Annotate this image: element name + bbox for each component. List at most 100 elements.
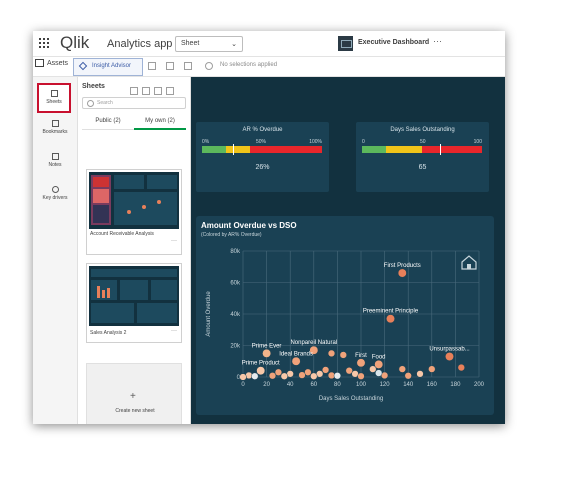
smart-search-icon[interactable] [148,62,156,70]
data-point[interactable] [369,365,377,373]
app-window: Qlik Analytics app Sheet ⌄ Executive Das… [33,31,505,424]
x-tick-label: 40 [287,382,294,388]
sheets-panel-title: Sheets [82,83,105,90]
data-point[interactable] [321,366,330,374]
kpi-title: Days Sales Outstanding [390,127,455,133]
data-point[interactable] [251,372,259,380]
data-point[interactable] [357,372,365,380]
data-point[interactable] [274,368,283,376]
data-point[interactable] [327,349,336,358]
insight-advisor-button[interactable]: Insight Advisor [73,58,143,76]
scatter-chart[interactable]: Amount Overdue vs DSO (Colored by AR% Ov… [196,216,494,415]
sheet-tabs: Public (2) My own (2) [82,115,186,130]
y-axis-label: Amount Overdue [206,291,212,337]
y-tick-label: 80k [230,249,241,255]
kpi-tick: 0% [202,139,210,145]
data-point[interactable] [416,370,424,378]
data-point[interactable] [457,363,465,372]
rail-item-key-drivers[interactable]: Key drivers [33,186,77,201]
x-axis-label: Days Sales Outstanding [319,396,383,402]
rail-item-sheets[interactable]: Sheets [37,83,71,113]
data-point[interactable] [262,348,272,358]
kpi-tick: 0 [362,139,365,145]
data-point[interactable] [386,314,395,324]
data-point[interactable] [404,372,412,380]
x-tick-label: 160 [427,382,438,388]
app-grid-icon[interactable] [39,38,49,48]
more-options-icon[interactable]: ··· [433,36,442,46]
grid-view-icon[interactable] [130,87,138,95]
more-options-icon[interactable]: ··· [171,238,177,244]
pin-icon[interactable] [154,87,162,95]
kpi-days-sales-outstanding[interactable]: Days Sales Outstanding 0 50 100 65 [356,122,489,192]
data-label: First Products [384,263,421,269]
rail-item-bookmarks[interactable]: Bookmarks [33,120,77,135]
create-new-sheet-button[interactable]: + Create new sheet [86,363,182,424]
panel-icon [35,59,44,67]
scatter-plot: 0 20 40 60 80 100 120 140 160 180 200020k40k60k80k… [206,249,485,402]
y-tick-label: 60k [230,281,241,287]
x-tick-label: 80 [334,382,341,388]
sheet-card-title: Sales Analysis 2 [90,330,127,336]
search-input[interactable]: Search [82,97,186,109]
plus-icon: + [130,391,136,402]
gauge-marker [440,144,441,155]
kpi-tick: 50 [420,139,426,145]
kpi-ticks: 0% 50% 100% [202,139,322,146]
data-point[interactable] [397,268,407,278]
clear-selections-icon[interactable] [205,62,213,70]
data-point[interactable] [339,351,347,359]
data-point[interactable] [280,372,288,380]
gauge-band [422,146,482,153]
key-drivers-icon [51,186,59,193]
data-point[interactable] [291,356,301,366]
x-tick-label: 0 [241,382,245,388]
create-new-sheet-label: Create new sheet [115,408,155,414]
toolbar: Assets Insight Advisor No selections app… [33,57,505,77]
sheets-panel: Sheets Search Public (2) My own (2) Acco… [78,77,191,424]
step-forward-icon[interactable] [184,62,192,70]
data-label: Unsurpassab... [429,347,470,353]
top-bar: Qlik Analytics app Sheet ⌄ Executive Das… [33,31,505,57]
data-point[interactable] [256,366,266,376]
data-point[interactable] [445,352,454,361]
data-point[interactable] [398,365,406,373]
data-label: Nonpareil Natural [290,340,337,346]
home-icon[interactable] [461,255,477,270]
data-point[interactable] [298,371,306,379]
data-point[interactable] [375,369,383,377]
data-point[interactable] [310,372,318,380]
gauge-marker [233,144,235,155]
data-point[interactable] [356,358,366,368]
sheet-dropdown[interactable]: Sheet ⌄ [175,36,243,52]
sheet-card[interactable]: Sales Analysis 2 ··· [86,263,182,343]
data-point[interactable] [333,372,342,380]
data-point[interactable] [268,372,277,380]
x-tick-label: 140 [403,382,414,388]
assets-button[interactable]: Assets [35,59,68,67]
sheet-title: Executive Dashboard [358,39,430,46]
sheet-thumbnail [89,266,179,326]
step-back-icon[interactable] [166,62,174,70]
sheet-card-title: Account Receivable Analysis [90,231,154,237]
data-label: Prime Product [242,361,280,367]
gauge-bar [362,146,482,153]
tab-public[interactable]: Public (2) [82,118,134,124]
bookmark-icon [51,120,59,127]
x-tick-label: 100 [356,382,367,388]
qlik-logo[interactable]: Qlik [60,33,89,53]
sheet-card[interactable]: Account Receivable Analysis ··· [86,169,182,255]
kpi-ar-overdue[interactable]: AR % Overdue 0% 50% 100% 26% [196,122,329,192]
list-view-icon[interactable] [142,87,150,95]
gauge-band [250,146,322,153]
sheet-thumbnail-icon [338,36,353,51]
rail-item-key-drivers-label: Key drivers [42,195,68,201]
kpi-tick: 50% [256,139,267,145]
data-point[interactable] [428,365,436,373]
expand-icon[interactable] [166,87,174,95]
tab-my-own[interactable]: My own (2) [134,118,186,130]
rail-item-notes[interactable]: Notes [33,153,77,168]
more-options-icon[interactable]: ··· [171,328,177,334]
x-tick-label: 20 [263,382,270,388]
data-point[interactable] [239,373,247,381]
